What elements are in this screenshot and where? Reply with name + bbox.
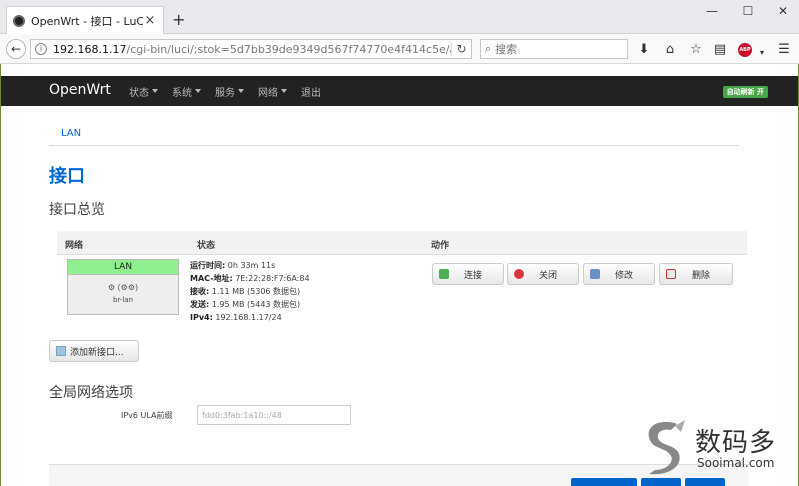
caret-down-icon	[281, 89, 287, 93]
url-host: 192.168.1.17	[53, 42, 127, 56]
save-button[interactable]	[641, 478, 681, 486]
interface-name: LAN	[68, 260, 178, 275]
page-content: OpenWrt 状态 系统 服务 网络 退出 自动刷新 开 LAN 接口 接口总…	[0, 64, 799, 486]
caret-down-icon	[195, 89, 201, 93]
watermark-name: 数码多	[695, 428, 777, 458]
maximize-button[interactable]: ☐	[733, 4, 763, 18]
save-apply-button[interactable]	[571, 478, 637, 486]
adblock-plus-icon[interactable]: ABP	[738, 43, 752, 57]
column-header-status: 状态	[197, 241, 216, 251]
section-title-overview: 接口总览	[49, 202, 105, 218]
tab-lan[interactable]: LAN	[61, 128, 81, 139]
back-button[interactable]: ←	[6, 39, 26, 59]
column-header-network: 网络	[65, 241, 84, 251]
menu-item-status[interactable]: 状态	[129, 84, 158, 99]
reader-view-icon[interactable]: ▤	[712, 43, 728, 56]
section-title-global: 全局网络选项	[49, 385, 133, 401]
add-interface-button[interactable]: 添加新接口...	[49, 340, 139, 362]
url-path: /cgi-bin/luci/;stok=5d7bb39de9349d567f74…	[126, 42, 451, 56]
soomal-logo-icon	[648, 420, 685, 475]
download-icon[interactable]: ⬇	[636, 43, 652, 56]
reset-button[interactable]	[685, 478, 725, 486]
tab-title: OpenWrt - 接口 - LuCI	[31, 14, 143, 28]
interface-badge: LAN ⚙ (⚙⚙) br-lan	[67, 259, 179, 315]
edit-icon	[590, 269, 600, 279]
reload-icon	[439, 269, 449, 279]
browser-tab[interactable]: OpenWrt - 接口 - LuCI ×	[6, 6, 164, 34]
new-tab-button[interactable]: +	[172, 12, 185, 28]
reload-icon[interactable]: ↻	[451, 42, 467, 56]
column-header-actions: 动作	[431, 241, 450, 251]
ula-prefix-input[interactable]	[197, 405, 351, 425]
stop-icon	[514, 269, 524, 279]
edit-button[interactable]: 修改	[583, 263, 655, 285]
tab-close-icon[interactable]: ×	[143, 13, 157, 28]
hamburger-menu-icon[interactable]: ☰	[776, 43, 792, 56]
tab-bar: OpenWrt - 接口 - LuCI × + — ☐ ✕	[0, 0, 799, 34]
caret-down-icon	[238, 89, 244, 93]
menu-item-network[interactable]: 网络	[258, 84, 287, 99]
caret-down-icon	[152, 89, 158, 93]
back-arrow-icon: ←	[10, 42, 22, 56]
page-title: 接口	[49, 166, 85, 187]
delete-button[interactable]: 删除	[659, 263, 733, 285]
status-mac: MAC-地址: 7E:22:28:F7:6A:84	[190, 274, 310, 283]
openwrt-favicon-icon	[13, 14, 25, 27]
interface-table: 网络 状态 动作 LAN ⚙ (⚙⚙) br-lan 运行时间: 0h 33m …	[57, 231, 747, 337]
status-uptime: 运行时间: 0h 33m 11s	[190, 261, 276, 270]
brand-logo[interactable]: OpenWrt	[49, 82, 111, 98]
navigation-bar: ← i 192.168.1.17 /cgi-bin/luci/;stok=5d7…	[0, 34, 799, 64]
ethernet-ports-icon: ⚙ (⚙⚙)	[107, 283, 139, 292]
url-bar[interactable]: i 192.168.1.17 /cgi-bin/luci/;stok=5d7bb…	[30, 39, 472, 59]
table-row: LAN ⚙ (⚙⚙) br-lan 运行时间: 0h 33m 11s MAC-地…	[57, 255, 747, 337]
status-tx: 发送: 1.95 MB (5443 数据包)	[190, 300, 301, 309]
menu-item-services[interactable]: 服务	[215, 84, 244, 99]
status-rx: 接收: 1.11 MB (5306 数据包)	[190, 287, 301, 296]
main-menu: 状态 系统 服务 网络 退出	[129, 76, 335, 106]
search-icon: ⌕	[485, 42, 492, 55]
bookmark-star-icon[interactable]: ☆	[688, 43, 704, 56]
subtab-bar: LAN	[49, 124, 739, 146]
luci-header: OpenWrt 状态 系统 服务 网络 退出 自动刷新 开	[1, 76, 798, 106]
menu-item-system[interactable]: 系统	[172, 84, 201, 99]
autorefresh-toggle[interactable]: 自动刷新 开	[722, 86, 768, 98]
table-header: 网络 状态 动作	[57, 231, 747, 255]
site-info-icon[interactable]: i	[35, 43, 47, 55]
ula-prefix-label: IPv6 ULA前缀	[121, 411, 173, 420]
search-input[interactable]	[495, 42, 616, 56]
close-window-button[interactable]: ✕	[768, 4, 798, 18]
delete-icon	[666, 269, 676, 279]
interface-status: 运行时间: 0h 33m 11s MAC-地址: 7E:22:28:F7:6A:…	[190, 259, 310, 324]
stop-button[interactable]: 关闭	[507, 263, 579, 285]
add-icon	[56, 346, 66, 356]
connect-button[interactable]: 连接	[432, 263, 504, 285]
adblock-dropdown-icon[interactable]: ▾	[754, 46, 770, 59]
search-bar[interactable]: ⌕	[480, 39, 628, 59]
watermark-site: Sooimal.com	[697, 456, 775, 470]
watermark: 数码多 Sooimal.com	[641, 418, 791, 478]
status-ipv4: IPv4: 192.168.1.17/24	[190, 313, 282, 322]
minimize-button[interactable]: —	[697, 4, 727, 18]
interface-device: br-lan	[112, 296, 134, 304]
menu-item-logout[interactable]: 退出	[301, 84, 321, 99]
home-icon[interactable]: ⌂	[662, 43, 678, 56]
